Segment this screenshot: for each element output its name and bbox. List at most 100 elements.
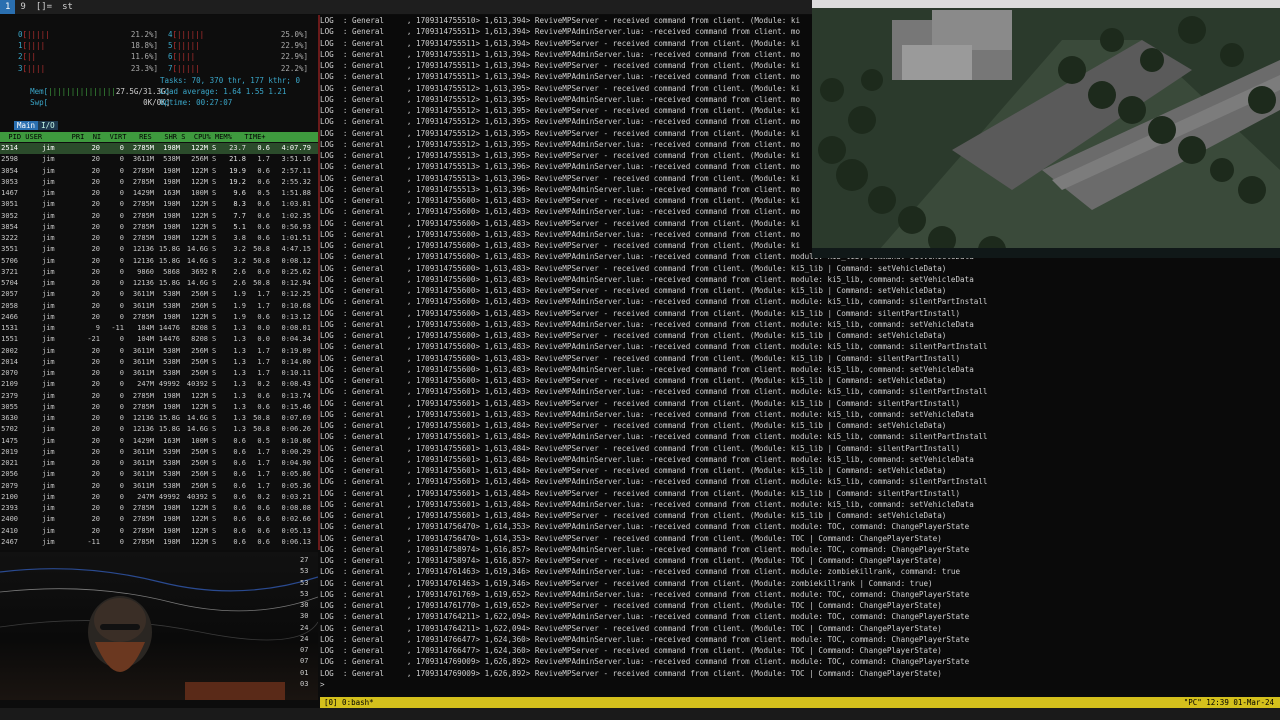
process-cell: 256M: [191, 357, 208, 366]
process-cell: 20: [91, 414, 100, 422]
process-cell: 20: [91, 459, 100, 467]
process-columns-header[interactable]: PID USER PRI NI VIRT RES SHR S CPU% MEM%…: [0, 132, 318, 142]
process-cell: 0.6: [257, 526, 270, 535]
log-line: LOG : General , 1709314755601> 1,613,484…: [320, 454, 974, 464]
process-cell: 20: [91, 177, 100, 186]
process-cell: 20: [91, 166, 100, 175]
process-cell: 3611M: [132, 369, 154, 377]
cpu-percent: 18.8%]: [130, 41, 158, 51]
cpu-bar: [||||: [22, 41, 46, 51]
process-cell: 3611M: [132, 481, 154, 490]
process-cell: 0:25.62: [281, 267, 311, 276]
process-cell: 20: [91, 312, 100, 321]
process-row[interactable]: 2598 jim 20 0 3611M 538M 256M S 21.8 1.7 3:51.16: [0, 154, 318, 165]
process-cell: 50.8: [253, 245, 270, 254]
process-row[interactable]: 2400 jim 20 0 2785M 198M 122M S 0.6 0.6 0:02.66: [0, 514, 318, 525]
process-row[interactable]: 2058 jim 20 0 3611M 538M 256M S 1.9 1.7 0:10.68: [0, 301, 318, 312]
process-row[interactable]: 2410 jim 20 0 2785M 198M 122M S 0.6 0.6 0:05.13: [0, 526, 318, 537]
process-row[interactable]: 2379 jim 20 0 2785M 198M 122M S 1.3 0.6 0:13.74: [0, 391, 318, 402]
process-cell: 20: [91, 234, 100, 242]
process-cell: 1.3: [233, 425, 246, 434]
window-title: st: [62, 2, 73, 12]
process-cell: 0.6: [257, 234, 270, 242]
process-row[interactable]: 2466 jim 20 0 2785M 198M 122M S 1.9 0.6 0:13.12: [0, 312, 318, 323]
process-cell: 0.6: [257, 166, 270, 175]
process-cell: S: [212, 256, 217, 265]
process-row[interactable]: 5706 jim 20 0 12136 15.8G 14.6G S 3.2 50.8 0:08.12: [0, 256, 318, 267]
process-row[interactable]: 2019 jim 20 0 3611M 539M 256M S 0.6 1.7 0:00.29: [0, 447, 318, 458]
process-row[interactable]: 2021 jim 20 0 3611M 538M 256M S 0.6 1.7 0:04.90: [0, 458, 318, 469]
process-row[interactable]: 2467 jim -11 0 2785M 198M 122M S 0.6 0.6 0:06.13: [0, 537, 318, 548]
process-row[interactable]: 2070 jim 20 0 3611M 538M 256M S 1.3 1.7 0:10.11: [0, 368, 318, 379]
cpu-percent: 22.9%]: [280, 41, 308, 51]
process-cell: 3611M: [132, 301, 154, 310]
process-cell: 1429M: [132, 436, 154, 445]
process-row[interactable]: 2100 jim 20 0 247M 49992 40392 S 0.6 0.2 0:03.21: [0, 492, 318, 503]
log-line: LOG : General , 1709314755601> 1,613,484…: [320, 511, 947, 520]
process-cell: 538M: [163, 301, 180, 310]
game-window[interactable]: [812, 0, 1280, 258]
process-row[interactable]: 3055 jim 20 0 2785M 198M 122M S 1.3 0.6 0:15.46: [0, 402, 318, 413]
tmux-window-list[interactable]: [0] 0:bash*: [324, 697, 374, 708]
process-cell: 21.8: [229, 155, 246, 164]
process-cell: S: [212, 380, 217, 389]
process-cell: 122M: [191, 144, 208, 152]
process-row[interactable]: 3721 jim 20 0 9860 5868 3692 R 2.6 0.0 0:25.62: [0, 267, 318, 278]
process-cell: 2785M: [132, 200, 154, 209]
process-row[interactable]: 3054 jim 20 0 2785M 198M 122M S 19.9 0.6 2:57.11: [0, 166, 318, 177]
shell-prompt[interactable]: >: [320, 679, 1280, 690]
process-row[interactable]: 1531 jim 9 -11 104M 14476 8208 S 1.3 0.0 0:08.01: [0, 323, 318, 334]
process-cell: 20: [91, 492, 100, 501]
process-row[interactable]: 1475 jim 20 0 1429M 163M 100M S 0.6 0.5 0:10.06: [0, 436, 318, 447]
process-cell: 2058: [1, 301, 18, 310]
pane-line-number: 24: [300, 634, 309, 643]
process-cell: 0:08.12: [281, 256, 311, 265]
process-cell: 100M: [191, 436, 208, 445]
process-cell: 0: [119, 279, 124, 287]
process-cell: 122M: [191, 391, 208, 400]
tmux-status-bar: [0] 0:bash* "PC" 12:39 01-Mar-24: [320, 697, 1280, 708]
process-cell: 1:51.88: [281, 189, 311, 197]
process-row[interactable]: 2393 jim 20 0 2785M 198M 122M S 0.6 0.6 0:08.08: [0, 503, 318, 514]
process-row[interactable]: 3854 jim 20 0 2785M 198M 122M S 5.1 0.6 0:56.93: [0, 222, 318, 233]
workspace-1[interactable]: 1: [0, 0, 16, 14]
process-cell: 2785M: [132, 391, 154, 400]
process-row[interactable]: 3053 jim 20 0 2785M 198M 122M S 19.2 0.6 2:55.32: [0, 177, 318, 188]
webcam-overlay: [0, 552, 318, 700]
process-cell: 0:10.68: [281, 301, 311, 310]
process-row[interactable]: 3222 jim 20 0 2785M 198M 122M S 3.8 0.6 1:01.51: [0, 233, 318, 244]
process-cell: jim: [42, 144, 55, 152]
process-row[interactable]: 2014 jim 20 0 3611M 538M 256M S 1.3 1.7 0:14.00: [0, 357, 318, 368]
process-row[interactable]: 1551 jim -21 0 104M 14476 8208 S 1.3 0.0 0:04.34: [0, 334, 318, 345]
process-cell: 1.7: [257, 357, 270, 366]
process-row[interactable]: 2057 jim 20 0 3611M 538M 256M S 1.9 1.7 0:12.25: [0, 289, 318, 300]
process-cell: 2400: [1, 515, 18, 524]
process-cell: 0:12.94: [281, 279, 311, 287]
webcam-image: [0, 568, 318, 700]
process-cell: S: [212, 290, 217, 299]
process-row[interactable]: 2514 jim 20 0 2785M 198M 122M S 23.7 0.6 4:07.79: [0, 143, 318, 155]
log-line: LOG : General , 1709314761463> 1,619,346…: [320, 578, 933, 588]
process-cell: 122M: [191, 222, 208, 231]
log-line: LOG : General , 1709314755600> 1,613,483…: [320, 331, 947, 340]
process-row[interactable]: 1467 jim 20 0 1429M 163M 100M S 9.6 0.5 1:51.88: [0, 188, 318, 199]
process-row[interactable]: 3052 jim 20 0 2785M 198M 122M S 7.7 0.6 1:02.35: [0, 211, 318, 222]
process-row[interactable]: 3630 jim 20 0 12136 15.8G 14.6G S 1.3 50.8 0:07.69: [0, 413, 318, 424]
process-row[interactable]: 2079 jim 20 0 3611M 538M 256M S 0.6 1.7 0:05.36: [0, 481, 318, 492]
process-row[interactable]: 2056 jim 20 0 3611M 538M 256M S 0.6 1.7 0:05.86: [0, 469, 318, 480]
process-row[interactable]: 3051 jim 20 0 2785M 198M 122M S 8.3 0.6 1:03.81: [0, 199, 318, 210]
process-cell: 1.3: [233, 391, 246, 400]
tab-io[interactable]: I/O: [38, 121, 58, 130]
process-row[interactable]: 5702 jim 20 0 12136 15.8G 14.6G S 1.3 50.8 0:06.26: [0, 424, 318, 435]
process-row[interactable]: 3551 jim 20 0 12136 15.8G 14.6G S 3.2 50.8 4:47.15: [0, 244, 318, 255]
log-line: LOG : General , 1709314755601> 1,613,483…: [320, 398, 961, 408]
process-cell: 0.0: [257, 324, 270, 332]
process-cell: 5868: [163, 267, 180, 276]
process-row[interactable]: 2109 jim 20 0 247M 49992 40392 S 1.3 0.2 0:08.43: [0, 379, 318, 390]
process-cell: jim: [42, 526, 55, 535]
workspace-9[interactable]: 9: [15, 0, 30, 14]
process-row[interactable]: 5704 jim 20 0 12136 15.8G 14.6G S 2.6 50.8 0:12.94: [0, 278, 318, 289]
layout-indicator[interactable]: []=: [31, 0, 57, 14]
process-row[interactable]: 2002 jim 20 0 3611M 538M 256M S 1.3 1.7 0:19.09: [0, 346, 318, 357]
tab-main[interactable]: Main: [14, 121, 39, 130]
